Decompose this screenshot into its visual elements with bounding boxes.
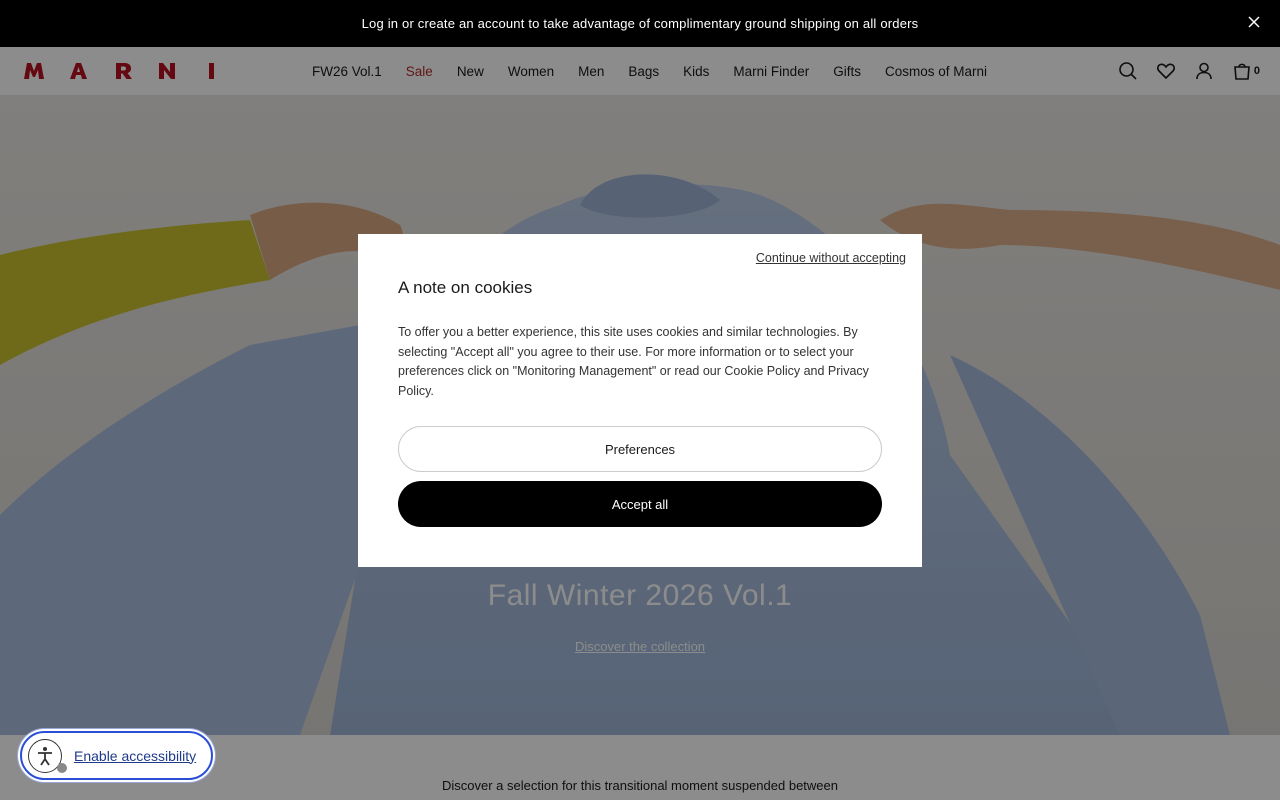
accept-all-button[interactable]: Accept all xyxy=(398,481,882,527)
accessibility-badge xyxy=(57,762,67,773)
preferences-button[interactable]: Preferences xyxy=(398,426,882,472)
accessibility-label: Enable accessibility xyxy=(74,747,197,764)
cookie-dialog: Continue without accepting A note on coo… xyxy=(358,234,922,567)
accessibility-button[interactable]: Enable accessibility xyxy=(20,731,213,780)
cookie-dialog-body: To offer you a better experience, this s… xyxy=(398,325,869,398)
cookie-dialog-title: A note on cookies xyxy=(398,278,533,297)
close-icon[interactable] xyxy=(1246,14,1262,30)
accessibility-icon xyxy=(28,738,67,773)
promo-text[interactable]: Log in or create an account to take adva… xyxy=(362,16,919,31)
continue-without-accepting-link[interactable]: Continue without accepting xyxy=(756,251,906,265)
promo-bar: Log in or create an account to take adva… xyxy=(0,0,1280,47)
